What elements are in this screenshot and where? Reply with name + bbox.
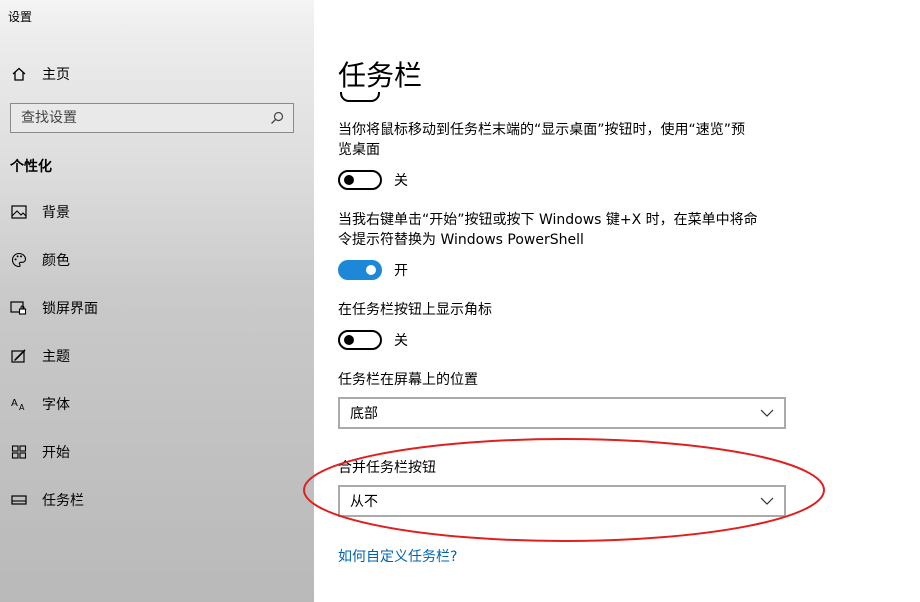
setting-text-line: 在任务栏按钮上显示角标 [338,302,492,318]
main-content: 任务栏 当你将鼠标移动到任务栏末端的“显示桌面”按钮时，使用“速览”预 览桌面 … [314,0,920,602]
taskbar-position-label: 任务栏在屏幕上的位置 [338,372,478,388]
dropdown-value: 从不 [350,494,378,510]
setting-powershell-desc: 当我右键单击“开始”按钮或按下 Windows 键+X 时，在菜单中将命 令提示… [338,210,788,250]
combine-buttons-dropdown[interactable]: 从不 [338,485,786,517]
chevron-down-icon [760,494,774,508]
sidebar-item-label: 字体 [42,397,70,413]
home-icon [10,65,28,83]
section-title: 个性化 [10,159,52,175]
sidebar: 设置 主页 个性化 背景 颜色 锁屏界面 主题 [0,0,314,602]
toggle-state-label: 开 [394,263,408,279]
theme-icon [10,347,28,365]
toggle-state-label: 关 [394,173,408,189]
setting-text-line: 当我右键单击“开始”按钮或按下 Windows 键+X 时，在菜单中将命 [338,212,758,228]
setting-powershell-toggle-row: 开 [338,260,408,280]
search-input[interactable] [11,110,267,126]
svg-text:A: A [11,398,18,409]
setting-text-line: 令提示符替换为 Windows PowerShell [338,232,584,248]
sidebar-item-label: 任务栏 [42,493,84,509]
search-box[interactable] [10,103,294,133]
page-title: 任务栏 [338,59,423,92]
setting-badges-toggle-row: 关 [338,330,408,350]
setting-peek-toggle-row: 关 [338,170,408,190]
taskbar-position-dropdown[interactable]: 底部 [338,397,786,429]
sidebar-item-label: 开始 [42,445,70,461]
font-icon: AA [10,395,28,413]
palette-icon [10,251,28,269]
sidebar-item-label: 锁屏界面 [42,301,98,317]
dropdown-value: 底部 [350,406,378,422]
sidebar-item-taskbar[interactable]: 任务栏 [10,488,84,512]
sidebar-item-label: 主页 [42,67,70,83]
lock-screen-icon [10,299,28,317]
sidebar-item-label: 主题 [42,349,70,365]
sidebar-item-fonts[interactable]: AA 字体 [10,392,70,416]
combine-buttons-label: 合并任务栏按钮 [338,460,436,476]
svg-text:A: A [19,403,25,412]
setting-peek-desc: 当你将鼠标移动到任务栏末端的“显示桌面”按钮时，使用“速览”预 览桌面 [338,120,788,160]
sidebar-item-label: 背景 [42,205,70,221]
sidebar-item-lock-screen[interactable]: 锁屏界面 [10,296,98,320]
sidebar-item-start[interactable]: 开始 [10,440,70,464]
partially-hidden-toggle[interactable] [340,92,382,102]
setting-badges-desc: 在任务栏按钮上显示角标 [338,300,788,320]
sidebar-item-home[interactable]: 主页 [10,62,70,86]
sidebar-item-background[interactable]: 背景 [10,200,70,224]
setting-text-line: 览桌面 [338,142,380,158]
setting-text-line: 当你将鼠标移动到任务栏末端的“显示桌面”按钮时，使用“速览”预 [338,122,746,138]
badges-toggle[interactable] [338,330,382,350]
sidebar-item-themes[interactable]: 主题 [10,344,70,368]
sidebar-item-label: 颜色 [42,253,70,269]
help-link[interactable]: 如何自定义任务栏? [338,546,457,566]
sidebar-item-colors[interactable]: 颜色 [10,248,70,272]
chevron-down-icon [760,406,774,420]
window-title: 设置 [8,10,33,24]
image-icon [10,203,28,221]
start-icon [10,443,28,461]
powershell-toggle[interactable] [338,260,382,280]
search-icon[interactable] [267,108,287,128]
peek-toggle[interactable] [338,170,382,190]
taskbar-icon [10,491,28,509]
toggle-state-label: 关 [394,333,408,349]
